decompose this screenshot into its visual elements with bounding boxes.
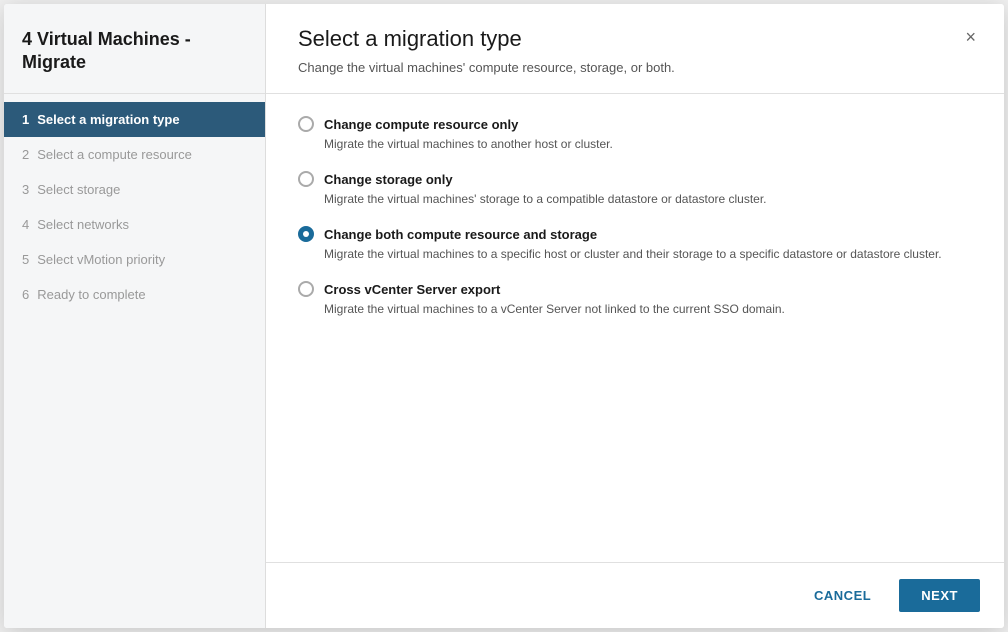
- radio-circle: [298, 281, 314, 297]
- sidebar-step-4[interactable]: 4 Select networks: [4, 207, 265, 242]
- step-label: Ready to complete: [37, 287, 145, 302]
- sidebar-step-5[interactable]: 5 Select vMotion priority: [4, 242, 265, 277]
- radio-label: Change both compute resource and storage: [324, 227, 597, 242]
- radio-header: Change compute resource only: [298, 116, 972, 132]
- sidebar-title: 4 Virtual Machines - Migrate: [4, 4, 265, 94]
- main-footer: CANCEL NEXT: [266, 562, 1004, 628]
- radio-header: Change both compute resource and storage: [298, 226, 972, 242]
- main-title: Select a migration type: [298, 26, 972, 52]
- step-number: 5: [22, 252, 29, 267]
- radio-desc: Migrate the virtual machines to a specif…: [324, 245, 972, 263]
- sidebar-step-1[interactable]: 1 Select a migration type: [4, 102, 265, 137]
- step-number: 3: [22, 182, 29, 197]
- radio-option-compute-only[interactable]: Change compute resource only Migrate the…: [298, 116, 972, 153]
- radio-option-cross-vcenter[interactable]: Cross vCenter Server export Migrate the …: [298, 281, 972, 318]
- step-number: 6: [22, 287, 29, 302]
- radio-label: Cross vCenter Server export: [324, 282, 500, 297]
- radio-circle: [298, 116, 314, 132]
- step-number: 1: [22, 112, 29, 127]
- dialog: 4 Virtual Machines - Migrate 1 Select a m…: [4, 4, 1004, 628]
- main-body: Change compute resource only Migrate the…: [266, 94, 1004, 562]
- sidebar-step-3[interactable]: 3 Select storage: [4, 172, 265, 207]
- radio-desc: Migrate the virtual machines to a vCente…: [324, 300, 972, 318]
- main-header: Select a migration type Change the virtu…: [266, 4, 1004, 93]
- main-subtitle: Change the virtual machines' compute res…: [298, 60, 972, 75]
- radio-desc: Migrate the virtual machines' storage to…: [324, 190, 972, 208]
- radio-label: Change compute resource only: [324, 117, 518, 132]
- radio-circle: [298, 171, 314, 187]
- next-button[interactable]: NEXT: [899, 579, 980, 612]
- step-label: Select networks: [37, 217, 129, 232]
- sidebar: 4 Virtual Machines - Migrate 1 Select a m…: [4, 4, 266, 628]
- radio-option-both[interactable]: Change both compute resource and storage…: [298, 226, 972, 263]
- radio-label: Change storage only: [324, 172, 453, 187]
- close-button[interactable]: ×: [961, 24, 980, 50]
- main-panel: Select a migration type Change the virtu…: [266, 4, 1004, 628]
- step-label: Select vMotion priority: [37, 252, 165, 267]
- sidebar-step-2[interactable]: 2 Select a compute resource: [4, 137, 265, 172]
- radio-header: Change storage only: [298, 171, 972, 187]
- sidebar-steps: 1 Select a migration type 2 Select a comput…: [4, 94, 265, 628]
- step-number: 4: [22, 217, 29, 232]
- step-label: Select storage: [37, 182, 120, 197]
- radio-desc: Migrate the virtual machines to another …: [324, 135, 972, 153]
- sidebar-step-6[interactable]: 6 Ready to complete: [4, 277, 265, 312]
- step-label: Select a compute resource: [37, 147, 192, 162]
- step-label: Select a migration type: [37, 112, 179, 127]
- radio-option-storage-only[interactable]: Change storage only Migrate the virtual …: [298, 171, 972, 208]
- step-number: 2: [22, 147, 29, 162]
- radio-circle: [298, 226, 314, 242]
- radio-header: Cross vCenter Server export: [298, 281, 972, 297]
- cancel-button[interactable]: CANCEL: [798, 580, 887, 611]
